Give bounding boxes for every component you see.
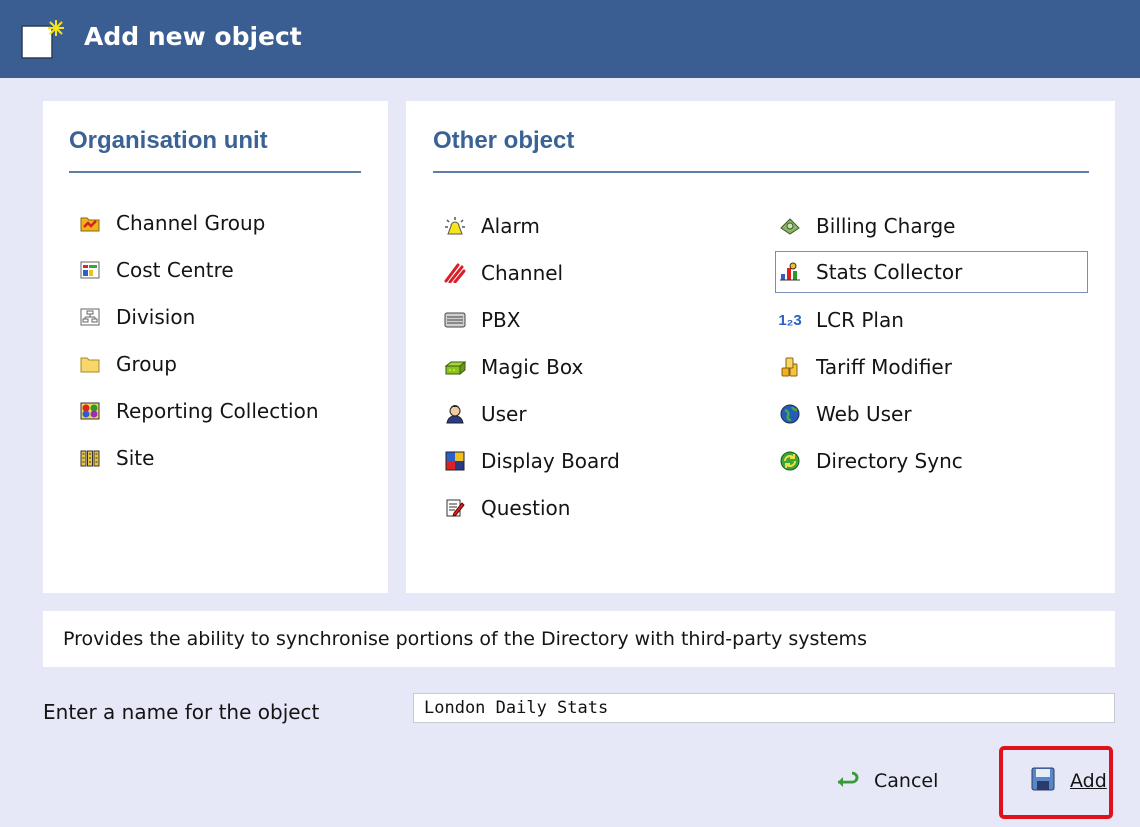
- save-disk-icon: [1030, 766, 1056, 796]
- tariff-modifier-icon: [779, 356, 801, 378]
- question-icon: [444, 497, 466, 519]
- other-item-label: Channel: [481, 261, 564, 285]
- other-item-directory-sync[interactable]: Directory Sync: [779, 443, 963, 479]
- user-icon: [444, 403, 466, 425]
- name-field-label: Enter a name for the object: [43, 700, 320, 724]
- other-item-tariff-modifier[interactable]: Tariff Modifier: [779, 349, 952, 385]
- other-item-question[interactable]: Question: [444, 490, 570, 526]
- other-item-alarm[interactable]: Alarm: [444, 208, 540, 244]
- other-item-label: User: [481, 402, 527, 426]
- alarm-icon: [444, 215, 466, 237]
- cancel-button-label: Cancel: [874, 770, 939, 792]
- channel-group-icon: [79, 212, 101, 234]
- other-item-label: Tariff Modifier: [816, 355, 952, 379]
- org-item-division[interactable]: Division: [79, 299, 195, 335]
- display-board-icon: [444, 450, 466, 472]
- cancel-arrow-icon: [836, 770, 860, 792]
- org-item-label: Division: [116, 305, 196, 329]
- other-object-heading: Other object: [433, 127, 575, 154]
- org-item-channel-group[interactable]: Channel Group: [79, 205, 265, 241]
- directory-sync-icon: [779, 450, 801, 472]
- new-object-icon: [21, 20, 64, 59]
- other-item-label: Alarm: [481, 214, 540, 238]
- other-item-label: Directory Sync: [816, 449, 963, 473]
- other-item-label: Question: [481, 496, 571, 520]
- billing-charge-icon: [779, 215, 801, 237]
- org-item-reporting-collection[interactable]: Reporting Collection: [79, 393, 319, 429]
- add-button[interactable]: Add: [1030, 766, 1107, 796]
- dialog-title-bar: Add new object: [0, 0, 1140, 78]
- other-item-label: Billing Charge: [816, 214, 956, 238]
- other-item-label: LCR Plan: [816, 308, 904, 332]
- stats-collector-icon: [779, 261, 801, 283]
- add-button-label: Add: [1070, 770, 1107, 792]
- org-item-label: Cost Centre: [116, 258, 234, 282]
- cost-centre-icon: [79, 259, 101, 281]
- web-user-icon: [779, 403, 801, 425]
- org-item-group[interactable]: Group: [79, 346, 177, 382]
- org-item-label: Site: [116, 446, 155, 470]
- other-item-billing-charge[interactable]: Billing Charge: [779, 208, 955, 244]
- other-item-user[interactable]: User: [444, 396, 527, 432]
- division-icon: [79, 306, 101, 328]
- other-item-stats-collector[interactable]: Stats Collector: [775, 251, 1088, 293]
- object-name-input[interactable]: [413, 693, 1115, 723]
- magic-box-icon: [444, 356, 466, 378]
- lcr-plan-icon: 1₂3: [778, 311, 802, 329]
- folder-icon: [79, 353, 101, 375]
- organisation-unit-heading: Organisation unit: [69, 127, 268, 154]
- organisation-unit-panel: Organisation unit Channel Group Cost Cen…: [43, 101, 388, 593]
- other-item-display-board[interactable]: Display Board: [444, 443, 620, 479]
- org-item-label: Group: [116, 352, 177, 376]
- pbx-icon: [444, 309, 466, 331]
- other-item-channel[interactable]: Channel: [444, 255, 563, 291]
- other-item-lcr-plan[interactable]: 1₂3 LCR Plan: [778, 302, 904, 338]
- heading-divider: [433, 171, 1089, 173]
- other-item-label: Magic Box: [481, 355, 584, 379]
- other-item-label: Stats Collector: [816, 260, 963, 284]
- channel-icon: [444, 262, 466, 284]
- org-item-label: Channel Group: [116, 211, 266, 235]
- org-item-site[interactable]: Site: [79, 440, 154, 476]
- other-object-panel: Other object Alarm Channel PBX Magic Box…: [406, 101, 1115, 593]
- cancel-button[interactable]: Cancel: [836, 770, 938, 792]
- other-item-label: Display Board: [481, 449, 620, 473]
- org-item-label: Reporting Collection: [116, 399, 319, 423]
- other-item-web-user[interactable]: Web User: [779, 396, 912, 432]
- reporting-collection-icon: [79, 400, 101, 422]
- site-icon: [79, 447, 101, 469]
- other-item-magic-box[interactable]: Magic Box: [444, 349, 583, 385]
- dialog-title: Add new object: [84, 22, 302, 51]
- other-item-label: Web User: [816, 402, 912, 426]
- object-description: Provides the ability to synchronise port…: [43, 611, 1115, 667]
- other-item-pbx[interactable]: PBX: [444, 302, 520, 338]
- heading-divider: [69, 171, 361, 173]
- org-item-cost-centre[interactable]: Cost Centre: [79, 252, 234, 288]
- other-item-label: PBX: [481, 308, 521, 332]
